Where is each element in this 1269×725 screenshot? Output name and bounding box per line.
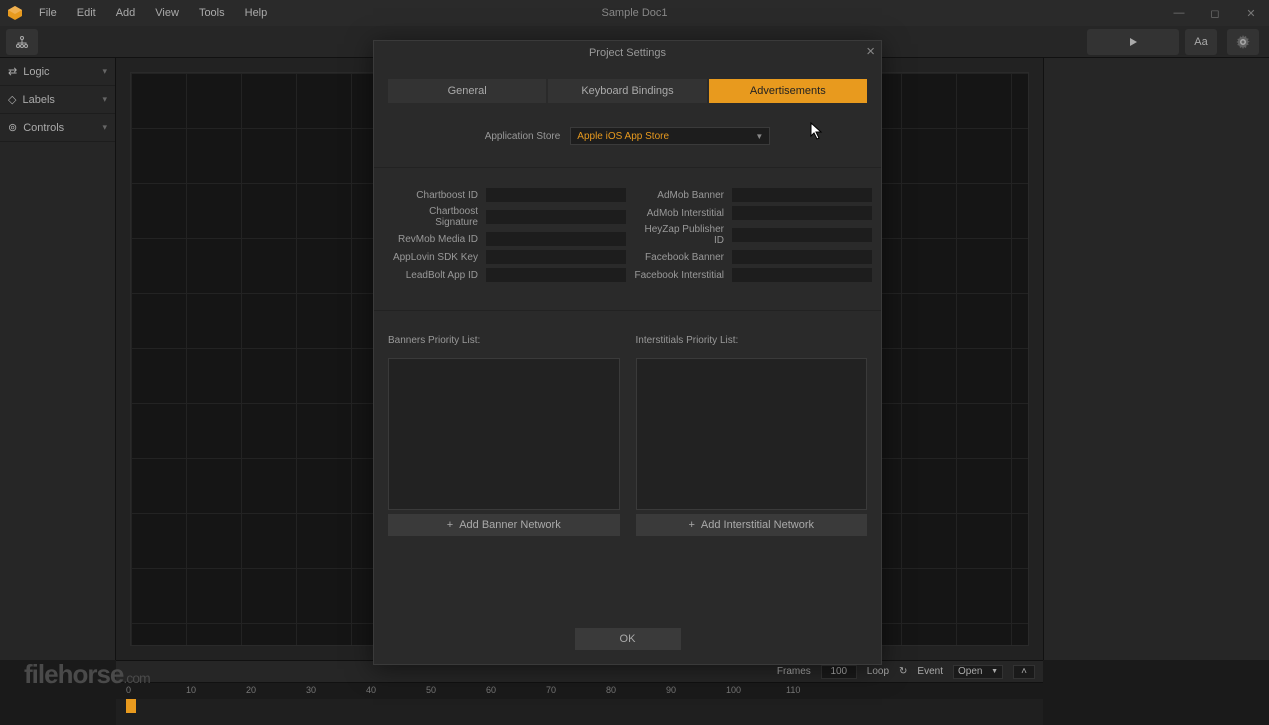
ruler-tick: 30 bbox=[306, 685, 316, 695]
tab-advertisements[interactable]: Advertisements bbox=[709, 79, 867, 103]
ok-button[interactable]: OK bbox=[575, 628, 681, 650]
ruler-tick: 110 bbox=[786, 685, 800, 695]
applovin-sdk-key-input[interactable] bbox=[486, 250, 626, 264]
ruler-tick: 70 bbox=[546, 685, 556, 695]
inspector-panel bbox=[1043, 58, 1269, 660]
ruler-tick: 50 bbox=[426, 685, 436, 695]
ruler-tick: 80 bbox=[606, 685, 616, 695]
chevron-down-icon: ▾ bbox=[102, 94, 107, 105]
banners-priority-list[interactable] bbox=[388, 358, 620, 510]
menu-add[interactable]: Add bbox=[107, 3, 145, 23]
application-store-select[interactable]: Apple iOS App Store▼ bbox=[570, 127, 770, 145]
app-icon bbox=[6, 4, 24, 22]
revmob-media-id-input[interactable] bbox=[486, 232, 626, 246]
add-interstitial-network-button[interactable]: +Add Interstitial Network bbox=[636, 514, 868, 536]
play-button[interactable] bbox=[1087, 29, 1179, 55]
timeline-ruler[interactable]: 0102030405060708090100110 bbox=[116, 683, 1043, 699]
heyzap-publisher-id-input[interactable] bbox=[732, 228, 872, 242]
titlebar: File Edit Add View Tools Help Sample Doc… bbox=[0, 0, 1269, 26]
close-button[interactable]: ✕ bbox=[1233, 0, 1269, 26]
event-label: Event bbox=[917, 666, 943, 677]
interstitials-priority-list[interactable] bbox=[636, 358, 868, 510]
right-field-label: Facebook Banner bbox=[634, 252, 724, 263]
sidebar-label: Controls bbox=[23, 122, 64, 134]
sidebar-label: Labels bbox=[22, 94, 54, 106]
facebook-interstitial-input[interactable] bbox=[732, 268, 872, 282]
left-field-label: Chartboost Signature bbox=[388, 206, 478, 228]
dialog-title: Project Settings × bbox=[374, 41, 881, 65]
right-field-label: AdMob Banner bbox=[634, 190, 724, 201]
logic-icon: ⇄ bbox=[8, 65, 17, 78]
chevron-down-icon: ▾ bbox=[102, 66, 107, 77]
menu-edit[interactable]: Edit bbox=[68, 3, 105, 23]
menu-help[interactable]: Help bbox=[236, 3, 277, 23]
left-field-label: Chartboost ID bbox=[388, 190, 478, 201]
scene-tree-button[interactable] bbox=[6, 29, 38, 55]
left-field-label: LeadBolt App ID bbox=[388, 270, 478, 281]
plus-icon: + bbox=[688, 519, 694, 531]
sidebar: ⇄ Logic ▾ ◇ Labels ▾ ⊚ Controls ▾ bbox=[0, 58, 116, 660]
menubar: File Edit Add View Tools Help bbox=[30, 3, 276, 23]
tab-keyboard-bindings[interactable]: Keyboard Bindings bbox=[548, 79, 706, 103]
menu-file[interactable]: File bbox=[30, 3, 66, 23]
left-field-label: AppLovin SDK Key bbox=[388, 252, 478, 263]
chartboost-id-input[interactable] bbox=[486, 188, 626, 202]
banners-priority-label: Banners Priority List: bbox=[388, 335, 620, 346]
plus-icon: + bbox=[447, 519, 453, 531]
ruler-tick: 20 bbox=[246, 685, 256, 695]
loop-label: Loop bbox=[867, 666, 889, 677]
menu-view[interactable]: View bbox=[146, 3, 188, 23]
event-select[interactable]: Open▼ bbox=[953, 665, 1003, 679]
minimize-button[interactable]: — bbox=[1161, 0, 1197, 26]
font-button[interactable]: Aa bbox=[1185, 29, 1217, 55]
tab-general[interactable]: General bbox=[388, 79, 546, 103]
admob-interstitial-input[interactable] bbox=[732, 206, 872, 220]
leadbolt-app-id-input[interactable] bbox=[486, 268, 626, 282]
dialog-close-button[interactable]: × bbox=[866, 43, 875, 60]
ruler-tick: 60 bbox=[486, 685, 496, 695]
right-field-label: AdMob Interstitial bbox=[634, 208, 724, 219]
right-field-label: HeyZap Publisher ID bbox=[634, 224, 724, 246]
controls-icon: ⊚ bbox=[8, 121, 17, 134]
maximize-button[interactable]: ◻ bbox=[1197, 0, 1233, 26]
ruler-tick: 100 bbox=[726, 685, 741, 695]
watermark: filehorse.com bbox=[24, 659, 150, 690]
project-settings-dialog: Project Settings × General Keyboard Bind… bbox=[373, 40, 882, 665]
loop-icon[interactable]: ↻ bbox=[899, 666, 907, 677]
right-field-label: Facebook Interstitial bbox=[634, 270, 724, 281]
document-title: Sample Doc1 bbox=[601, 7, 667, 19]
frames-input[interactable] bbox=[821, 665, 857, 679]
tag-icon: ◇ bbox=[8, 93, 16, 106]
ruler-tick: 10 bbox=[186, 685, 196, 695]
settings-button[interactable] bbox=[1227, 29, 1259, 55]
left-field-label: RevMob Media ID bbox=[388, 234, 478, 245]
ruler-tick: 90 bbox=[666, 685, 676, 695]
sidebar-label: Logic bbox=[23, 66, 49, 78]
sidebar-item-logic[interactable]: ⇄ Logic ▾ bbox=[0, 58, 115, 86]
ruler-tick: 40 bbox=[366, 685, 376, 695]
collapse-button[interactable]: ˄ bbox=[1013, 665, 1035, 679]
ruler-vertical bbox=[116, 72, 130, 646]
timeline-track[interactable] bbox=[116, 699, 1043, 725]
sidebar-item-labels[interactable]: ◇ Labels ▾ bbox=[0, 86, 115, 114]
frames-label: Frames bbox=[777, 666, 811, 677]
add-banner-network-button[interactable]: +Add Banner Network bbox=[388, 514, 620, 536]
sidebar-item-controls[interactable]: ⊚ Controls ▾ bbox=[0, 114, 115, 142]
admob-banner-input[interactable] bbox=[732, 188, 872, 202]
playhead[interactable] bbox=[126, 699, 136, 713]
interstitials-priority-label: Interstitials Priority List: bbox=[636, 335, 868, 346]
facebook-banner-input[interactable] bbox=[732, 250, 872, 264]
chevron-down-icon: ▾ bbox=[102, 122, 107, 133]
application-store-label: Application Store bbox=[485, 131, 561, 142]
chartboost-signature-input[interactable] bbox=[486, 210, 626, 224]
timeline: Frames Loop ↻ Event Open▼ ˄ 010203040506… bbox=[116, 660, 1043, 724]
menu-tools[interactable]: Tools bbox=[190, 3, 234, 23]
